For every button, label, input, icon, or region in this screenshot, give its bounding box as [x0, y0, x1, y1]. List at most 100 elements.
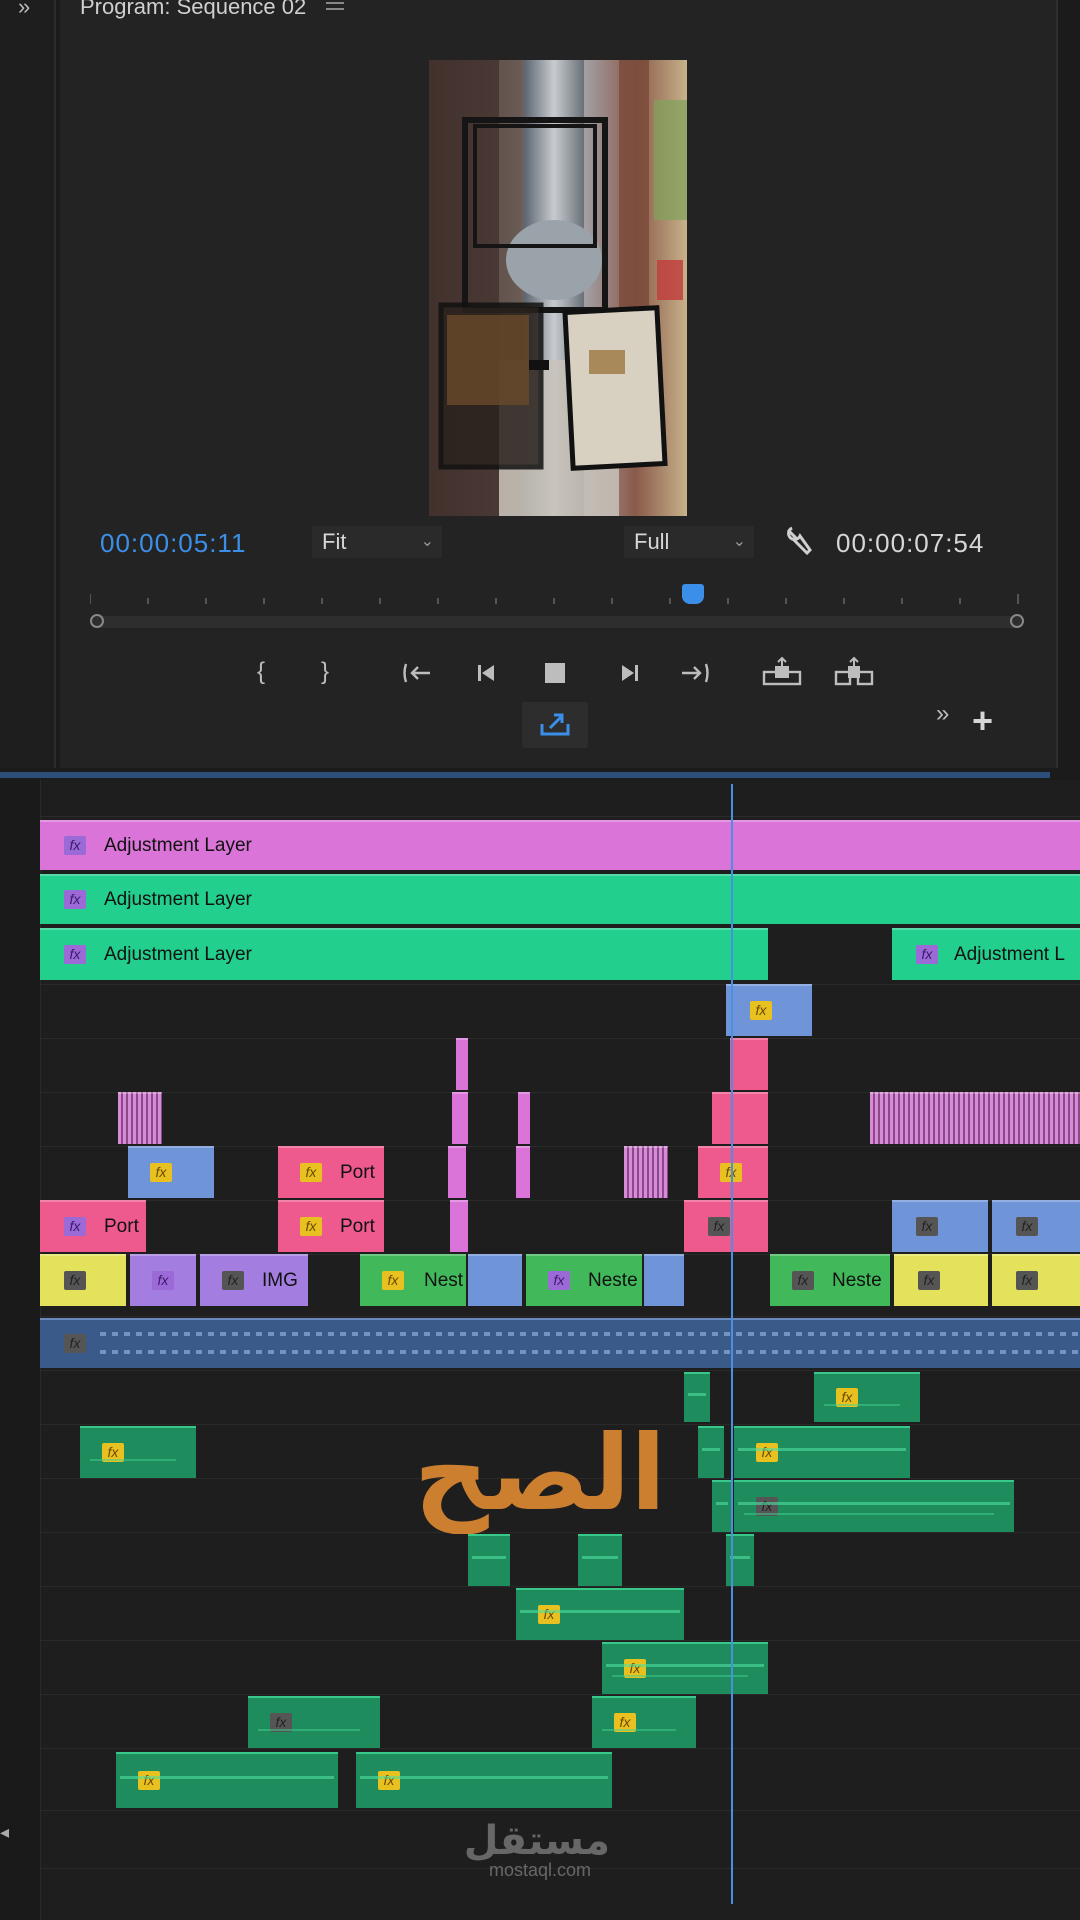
video-clip[interactable]	[712, 1092, 768, 1144]
zoom-select[interactable]: Fit ⌄	[312, 526, 442, 558]
current-timecode[interactable]: 00:00:05:11	[100, 528, 246, 559]
video-preview[interactable]	[429, 60, 687, 516]
audio-clip[interactable]: fx	[356, 1752, 612, 1808]
fx-badge-icon: fx	[300, 1217, 322, 1236]
video-clip[interactable]	[450, 1200, 468, 1252]
video-clip[interactable]: fx	[992, 1200, 1080, 1252]
timeline-playhead[interactable]	[731, 784, 733, 1904]
clip-label: Port	[340, 1162, 375, 1183]
track-separator	[40, 1694, 1080, 1695]
fx-badge-icon: fx	[916, 1217, 938, 1236]
video-clip[interactable]: fx Neste	[526, 1254, 642, 1306]
track-separator	[40, 1640, 1080, 1641]
adjustment-layer-clip[interactable]: fx Adjustment Layer	[40, 820, 1080, 870]
video-clip[interactable]: fx Port	[278, 1200, 384, 1252]
video-clip[interactable]: fx	[894, 1254, 988, 1306]
arabic-watermark-text: الصح	[413, 1412, 667, 1534]
video-clip[interactable]: fx	[992, 1254, 1080, 1306]
add-button-icon[interactable]: +	[972, 703, 993, 739]
mark-out-button[interactable]: }	[308, 655, 342, 689]
video-clip[interactable]: fx Nest	[360, 1254, 466, 1306]
program-monitor-title[interactable]: Program: Sequence 02	[80, 0, 306, 20]
video-clip[interactable]: fx Neste	[770, 1254, 890, 1306]
audio-clip[interactable]: fx	[734, 1426, 910, 1478]
panel-collapse-icon[interactable]: »	[18, 0, 30, 20]
clip-label: IMG	[262, 1270, 298, 1291]
video-clip[interactable]: fx Port	[40, 1200, 146, 1252]
video-clip[interactable]: fx	[40, 1254, 126, 1306]
scroll-handle-left[interactable]	[90, 614, 104, 628]
zoom-scrollbar[interactable]	[90, 614, 1024, 628]
fx-badge-icon: fx	[918, 1271, 940, 1290]
video-clip[interactable]	[468, 1254, 522, 1306]
export-frame-icon[interactable]	[522, 702, 588, 748]
playhead-marker[interactable]	[682, 584, 704, 604]
fx-badge-icon: fx	[382, 1271, 404, 1290]
video-clip[interactable]	[456, 1038, 468, 1090]
video-clip[interactable]	[624, 1146, 668, 1198]
mark-in-button[interactable]: {	[244, 655, 278, 689]
video-clip[interactable]	[518, 1092, 530, 1144]
video-clip[interactable]: fx	[698, 1146, 768, 1198]
project-panel-edge	[0, 0, 56, 768]
video-clip[interactable]: fx	[130, 1254, 196, 1306]
video-clip[interactable]: fx IMG	[200, 1254, 308, 1306]
audio-clip[interactable]: fx	[734, 1480, 1014, 1532]
video-clip[interactable]: fx	[726, 984, 812, 1036]
audio-clip[interactable]: fx	[248, 1696, 380, 1748]
audio-clip[interactable]: fx	[814, 1372, 920, 1422]
audio-clip[interactable]: fx	[516, 1588, 684, 1640]
fx-badge-icon: fx	[792, 1271, 814, 1290]
resolution-select[interactable]: Full ⌄	[624, 526, 754, 558]
audio-clip[interactable]: fx	[592, 1696, 696, 1748]
track-separator	[40, 1810, 1080, 1811]
fx-badge-icon: fx	[548, 1271, 570, 1290]
lift-icon[interactable]	[762, 656, 802, 690]
step-forward-button[interactable]	[612, 656, 646, 690]
adjustment-layer-clip[interactable]: fx Adjustment L	[892, 928, 1080, 980]
clip-label: Port	[340, 1216, 375, 1237]
fx-badge-icon: fx	[64, 1334, 86, 1353]
go-to-in-button[interactable]	[400, 656, 434, 690]
track-separator	[40, 1370, 1080, 1371]
audio-clip[interactable]	[578, 1534, 622, 1586]
extract-icon[interactable]	[834, 656, 874, 690]
adjustment-layer-clip[interactable]: fx Adjustment Layer	[40, 874, 1080, 924]
video-clip[interactable]	[118, 1092, 162, 1144]
video-clip[interactable]	[452, 1092, 468, 1144]
audio-waveform	[100, 1350, 1080, 1354]
adjustment-layer-clip[interactable]: fx Adjustment Layer	[40, 928, 768, 980]
video-clip[interactable]: fx	[892, 1200, 988, 1252]
video-clip[interactable]	[644, 1254, 684, 1306]
time-ruler[interactable]	[89, 588, 1020, 618]
track-header-arrow-icon[interactable]: ◂	[0, 1822, 9, 1843]
fx-badge-icon: fx	[150, 1163, 172, 1182]
go-to-out-button[interactable]	[678, 656, 712, 690]
video-clip[interactable]	[516, 1146, 530, 1198]
video-clip[interactable]	[730, 1038, 768, 1090]
audio-clip-main[interactable]: fx	[40, 1318, 1080, 1368]
audio-clip[interactable]	[698, 1426, 724, 1478]
audio-clip[interactable]: fx	[116, 1752, 338, 1808]
video-clip[interactable]	[870, 1092, 1080, 1144]
video-clip[interactable]: fx	[128, 1146, 214, 1198]
menu-icon[interactable]	[326, 2, 344, 16]
audio-clip[interactable]	[712, 1480, 732, 1532]
chevron-down-icon: ⌄	[420, 533, 434, 550]
fx-badge-icon: fx	[138, 1771, 160, 1790]
audio-clip[interactable]	[468, 1534, 510, 1586]
audio-clip[interactable]: fx	[80, 1426, 196, 1478]
chevron-down-icon: ⌄	[732, 533, 746, 550]
audio-clip[interactable]: fx	[602, 1642, 768, 1694]
settings-wrench-icon[interactable]	[782, 524, 814, 556]
video-clip[interactable]: fx Port	[278, 1146, 384, 1198]
panel-divider[interactable]	[0, 772, 1050, 778]
video-clip[interactable]: fx	[684, 1200, 768, 1252]
video-clip[interactable]	[448, 1146, 466, 1198]
audio-clip[interactable]	[684, 1372, 710, 1422]
stop-button[interactable]	[538, 656, 572, 690]
step-back-button[interactable]	[470, 656, 504, 690]
scroll-handle-right[interactable]	[1010, 614, 1024, 628]
more-controls-icon[interactable]: »	[936, 700, 949, 728]
audio-waveform	[100, 1332, 1080, 1336]
